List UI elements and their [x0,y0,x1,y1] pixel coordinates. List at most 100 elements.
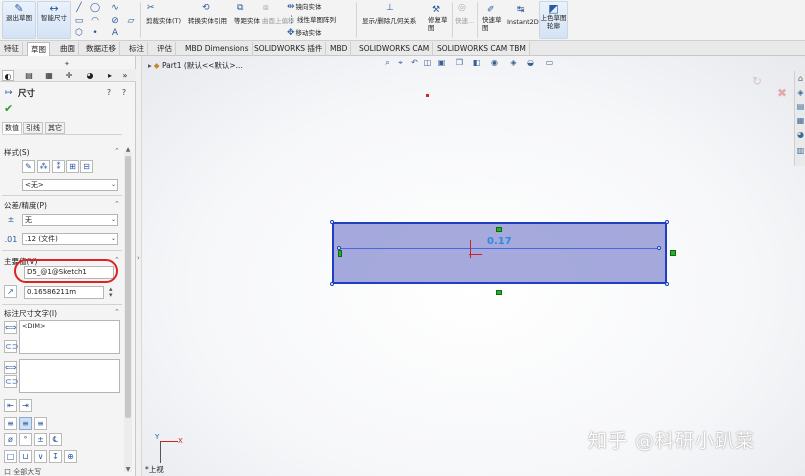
horizontal-relation-icon[interactable] [496,227,502,232]
tab-solidworks-cam[interactable]: SOLIDWORKS CAM [356,42,434,56]
tab-annotation[interactable]: 标注 [126,42,148,56]
convert-entities-button[interactable]: ⟲ [202,2,211,14]
centerline-symbol-icon[interactable]: ℄ [49,433,62,446]
sketch-centerline[interactable] [340,248,660,249]
smart-dimension-button[interactable]: ↔ 智能尺寸 [37,1,71,39]
arc-icon[interactable]: ◠ [90,16,100,26]
point-icon[interactable]: • [90,28,100,38]
tab-solidworks-addins[interactable]: SOLIDWORKS 插件 [251,42,327,56]
depth-symbol-icon[interactable]: ↧ [49,450,62,463]
dim-text-lower-area[interactable] [19,359,120,393]
square-symbol-icon[interactable]: □ [4,450,17,463]
hide-show-icon[interactable]: ◉ [490,58,499,67]
view-palette-icon[interactable]: ▦ [796,116,805,126]
justify-left-icon[interactable]: ⇤ [4,399,17,412]
sketch-vertex[interactable] [657,246,661,250]
link-icon[interactable]: ⊂⊃ [4,375,18,388]
apply-default-style-icon[interactable]: ✎ [22,160,35,173]
repair-sketch-label[interactable]: 修复草图 [428,16,448,32]
spline-icon[interactable]: ∿ [110,3,120,13]
precision-combo[interactable]: .12 (文件) ⌄ [22,233,118,245]
countersink-symbol-icon[interactable]: ∨ [34,450,47,463]
subtab-leaders[interactable]: 引线 [23,122,43,134]
tab-features[interactable]: 特征 [1,42,23,56]
subtab-other[interactable]: 其它 [45,122,65,134]
view-orientation-icon[interactable]: ❒ [455,58,464,67]
trim-entities-label[interactable]: 剪裁实体(T) [146,15,181,27]
rapid-sketch-label[interactable]: 快速草图 [482,16,504,32]
collapse-icon[interactable]: ⌃ [114,147,120,155]
offset-entities-label[interactable]: 等距实体 [234,15,260,27]
plus-minus-symbol-icon[interactable]: ± [34,433,47,446]
feature-tree-flyout[interactable]: ▸ ◆ Part1 (默认<<默认>... [148,60,243,71]
tab-data-migration[interactable]: 数据迁移 [83,42,120,56]
scroll-down-icon[interactable]: ▼ [124,466,132,473]
instant2d-label[interactable]: Instant2D [507,16,539,28]
more-tabs-icon[interactable]: » [119,70,131,81]
tab-surfaces[interactable]: 曲面 [57,42,79,56]
property-manager-tab-icon[interactable]: ▤ [23,70,35,81]
trim-entities-button[interactable]: ✂ [147,2,156,14]
show-delete-relations-label[interactable]: 显示/删除几何关系 [362,15,416,27]
plane-icon[interactable]: ▱ [126,16,136,26]
offset-surface-button[interactable]: ⧈ [263,2,270,14]
dimxpert-tab-icon[interactable]: ✛ [63,70,75,81]
slot-icon[interactable]: ⊘ [110,16,120,26]
exit-sketch-button[interactable]: ✎ 退出草图 [2,1,36,39]
tab-solidworks-cam-tbm[interactable]: SOLIDWORKS CAM TBM [434,42,530,56]
quick-snaps-button[interactable]: ◎ [458,2,467,14]
instant2d-button[interactable]: ↹ [517,4,526,16]
tolerance-section-header[interactable]: 公差/精度(P) [4,200,47,211]
subtab-value[interactable]: 数值 [2,122,22,134]
solidworks-resources-icon[interactable]: ⌂ [796,74,805,84]
vertical-relation-icon[interactable] [338,250,342,257]
panel-pin-icon[interactable]: ✦ [64,60,70,68]
polygon-icon[interactable]: ⬡ [74,28,84,38]
view-settings-icon[interactable]: ▭ [545,58,554,67]
shaded-contours-button[interactable]: ◩ 上色草图轮廓 [539,1,568,39]
spin-down-icon[interactable]: ▾ [109,291,113,299]
sketch-vertex[interactable] [330,220,334,224]
rectangle-icon[interactable]: ▭ [74,16,84,26]
justify-vertical-icon[interactable]: ⇥ [19,399,32,412]
load-style-icon[interactable]: ⊟ [80,160,93,173]
appearances-icon[interactable]: ◕ [796,130,805,140]
convert-entities-label[interactable]: 转换实体引用 [188,15,227,27]
text-icon[interactable]: A [110,28,120,38]
help-icon[interactable]: ? [104,88,114,98]
collapse-icon[interactable]: ⌃ [114,308,120,316]
align-center-icon[interactable]: ≡ [19,417,32,430]
sketch-vertex[interactable] [330,282,334,286]
dim-text-below-icon[interactable]: ⟺ [4,361,17,374]
diameter-symbol-icon[interactable]: ø [4,433,17,446]
panel-scrollbar-thumb[interactable] [125,156,131,418]
counterbore-symbol-icon[interactable]: ⊔ [19,450,32,463]
dim-text-above-icon[interactable]: ⟺ [4,321,17,334]
more-symbols-icon[interactable]: ⊕ [64,450,77,463]
collapse-icon[interactable]: ⌃ [114,200,120,208]
section-view-icon[interactable]: ◫ [423,58,432,67]
tab-mbd[interactable]: MBD [327,42,352,56]
confirmation-corner-icon[interactable]: ↻ [752,74,762,88]
offset-entities-button[interactable]: ⧉ [237,2,244,14]
feature-tree-tab-icon[interactable]: ◐ [2,70,14,81]
linear-pattern-button[interactable]: ⋮线性草图阵列 [287,14,336,26]
mirror-entities-button[interactable]: ⇹镜向实体 [287,1,322,13]
save-style-icon[interactable]: ⊞ [66,160,79,173]
all-caps-checkbox[interactable]: 口 全部大写 [4,467,41,476]
zoom-to-area-icon[interactable]: ⌖ [396,58,405,67]
collapse-panel-icon[interactable]: › [137,254,140,262]
style-combo[interactable]: <无> ⌄ [22,179,118,191]
ok-checkmark-icon[interactable]: ✔ [4,102,13,115]
dimension-value-label[interactable]: 0.17 [487,236,512,247]
exit-without-saving-icon[interactable]: ✖ [777,86,787,100]
sketch-vertex[interactable] [665,220,669,224]
vertical-relation-icon[interactable] [670,250,676,256]
whats-wrong-icon[interactable]: ? [119,88,129,98]
cam-tab-icon[interactable]: ▸ [104,70,116,81]
horizontal-relation-icon[interactable] [496,290,502,295]
previous-view-icon[interactable]: ↶ [410,58,419,67]
circle-icon[interactable]: ◯ [90,3,100,13]
design-library-icon[interactable]: ◈ [796,88,805,98]
align-right-icon[interactable]: ≡ [34,417,47,430]
